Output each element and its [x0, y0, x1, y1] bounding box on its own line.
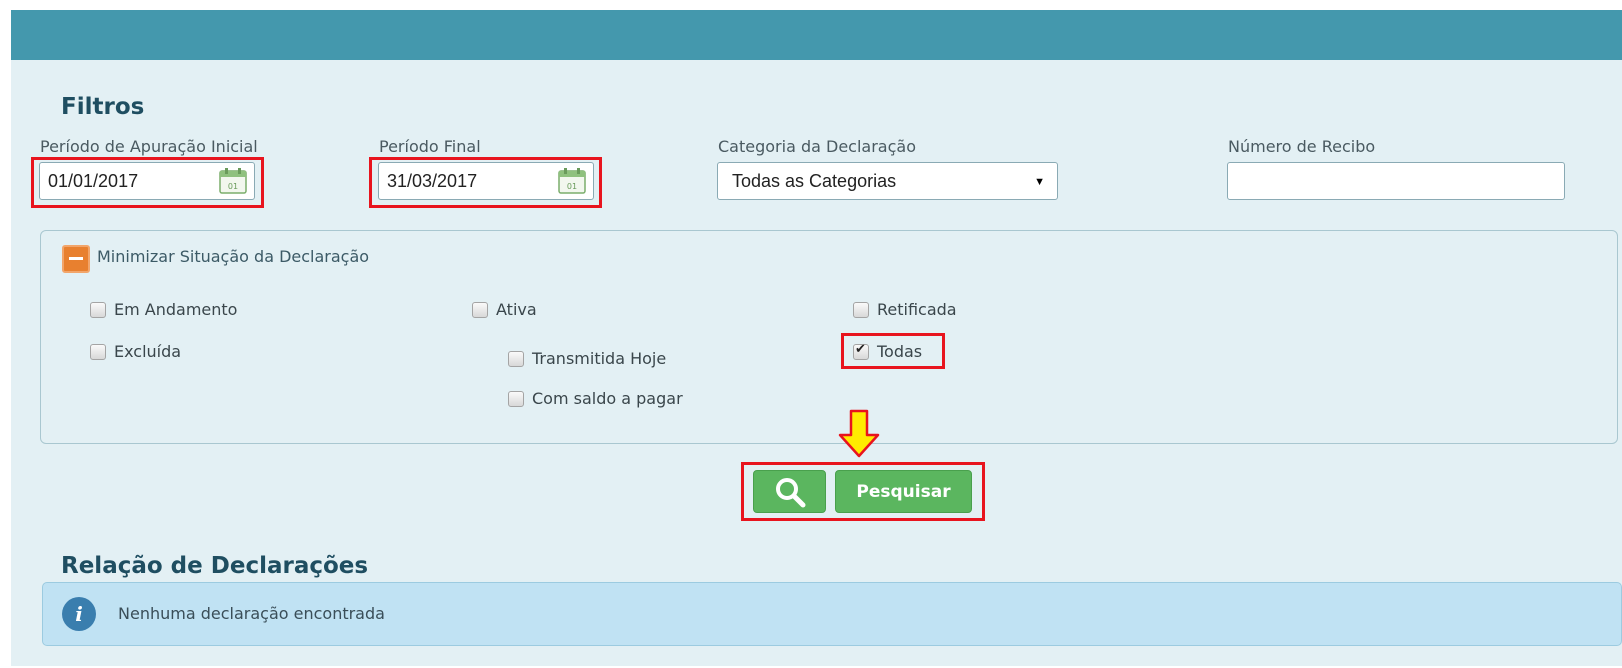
empty-results-message: Nenhuma declaração encontrada — [118, 604, 385, 623]
checkbox[interactable] — [90, 301, 106, 318]
categoria-label: Categoria da Declaração — [718, 137, 916, 156]
filters-title: Filtros — [61, 94, 145, 120]
highlight-periodo-final — [369, 157, 602, 208]
checkbox-label: Ativa — [496, 300, 537, 319]
checkbox[interactable] — [508, 390, 524, 407]
numero-recibo-input[interactable] — [1227, 162, 1565, 200]
checkbox-label: Retificada — [877, 300, 957, 319]
checkbox[interactable] — [472, 301, 488, 318]
checkbox-label: Transmitida Hoje — [532, 349, 667, 368]
checkbox-em-andamento[interactable]: Em Andamento — [90, 300, 237, 319]
arrow-down-icon — [838, 409, 880, 458]
results-title: Relação de Declarações — [61, 553, 369, 579]
checkbox-label: Em Andamento — [114, 300, 238, 319]
numero-recibo-label: Número de Recibo — [1228, 137, 1376, 156]
checkbox[interactable] — [508, 350, 524, 367]
search-icon-button[interactable] — [753, 470, 826, 513]
categoria-selected-value: Todas as Categorias — [732, 170, 897, 191]
situacao-toggle-label[interactable]: Minimizar Situação da Declaração — [97, 247, 369, 266]
info-icon: i — [62, 597, 96, 631]
minus-icon[interactable] — [62, 245, 90, 273]
pesquisar-button[interactable]: Pesquisar — [835, 470, 972, 513]
checkbox-retificada[interactable]: Retificada — [853, 300, 957, 319]
periodo-inicial-label: Período de Apuração Inicial — [40, 137, 258, 156]
checkbox[interactable] — [853, 301, 869, 318]
checkbox-label: Com saldo a pagar — [532, 389, 683, 408]
checkbox[interactable] — [90, 343, 106, 360]
periodo-final-label: Período Final — [379, 137, 481, 156]
checkbox-ativa[interactable]: Ativa — [472, 300, 537, 319]
checkbox-transmitida-hoje[interactable]: Transmitida Hoje — [508, 349, 666, 368]
search-icon — [775, 477, 805, 507]
highlight-periodo-inicial — [31, 157, 264, 208]
checkbox-label: Excluída — [114, 342, 182, 361]
checkbox-excluida[interactable]: Excluída — [90, 342, 181, 361]
top-header-bar — [11, 10, 1622, 60]
categoria-select[interactable]: Todas as Categorias ▼ — [717, 162, 1058, 200]
checkbox-com-saldo[interactable]: Com saldo a pagar — [508, 389, 683, 408]
highlight-todas — [841, 333, 945, 369]
caret-down-icon: ▼ — [1034, 176, 1045, 188]
